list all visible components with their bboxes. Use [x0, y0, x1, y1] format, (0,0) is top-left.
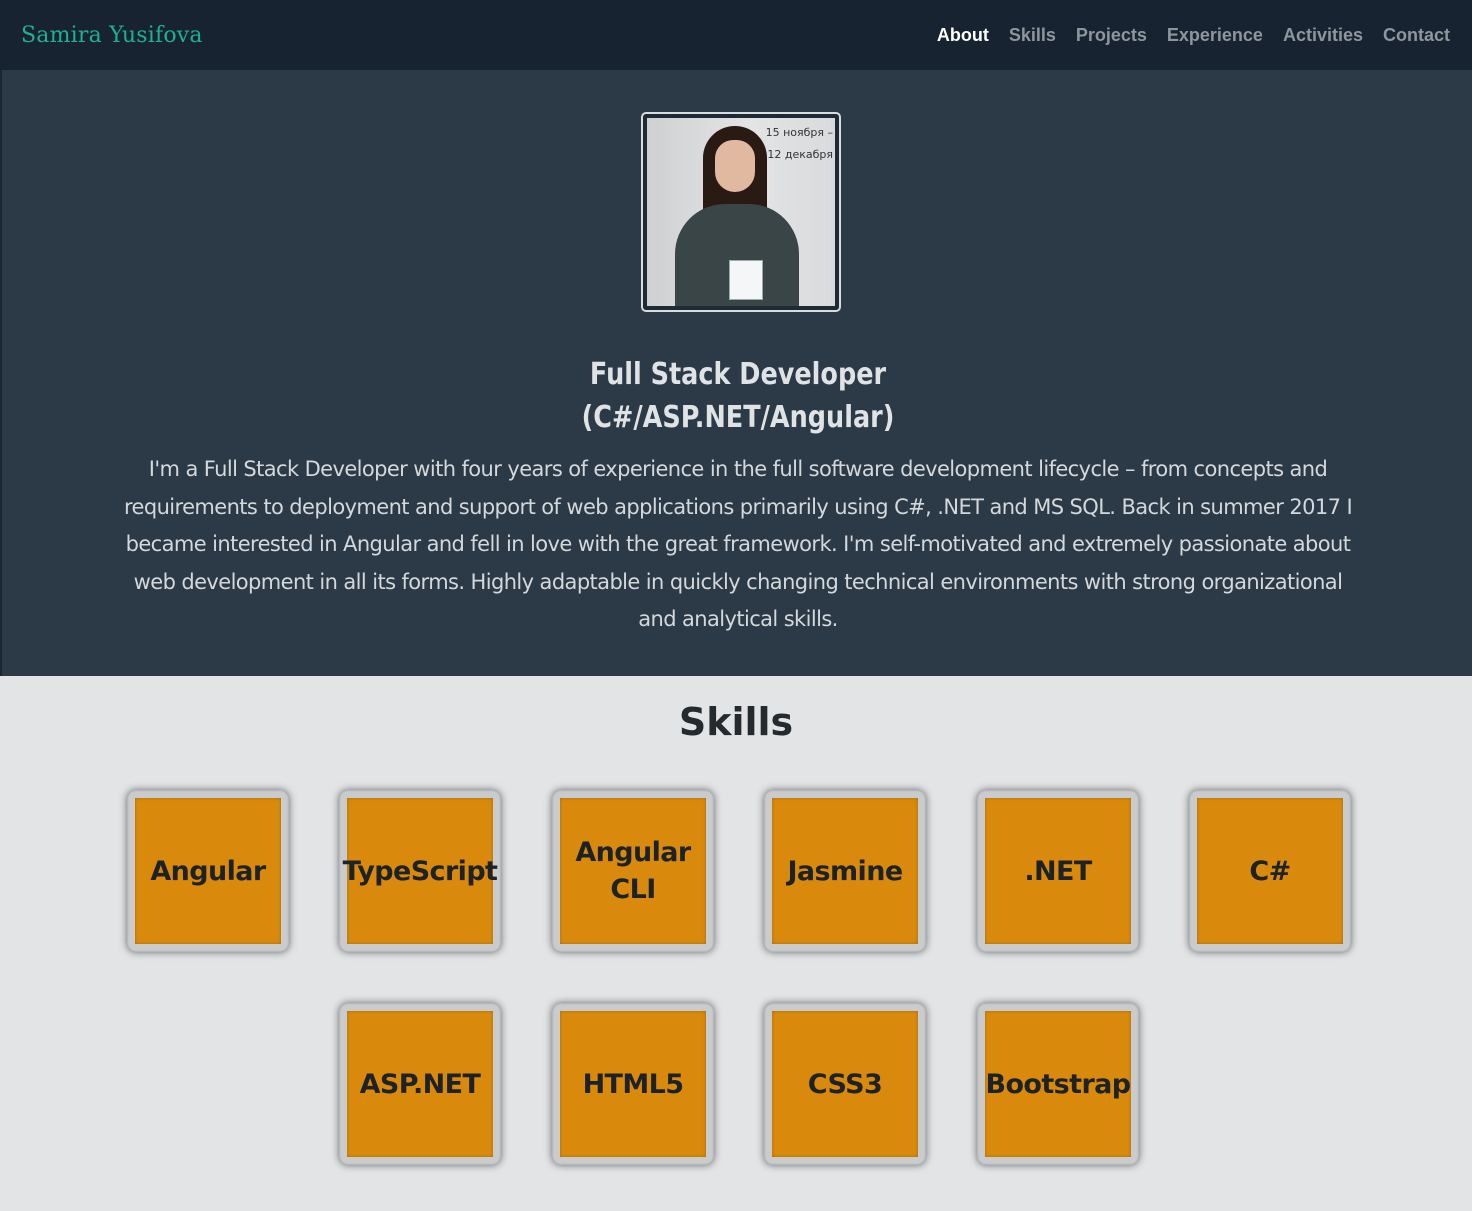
- skill-label: TypeScript: [343, 798, 498, 944]
- photo-face: [715, 140, 755, 192]
- skill-tile-dotnet: .NET: [977, 790, 1139, 952]
- photo-sign-line: 12 декабря: [767, 148, 833, 161]
- profile-photo: 15 ноября – 12 декабря: [647, 118, 835, 306]
- skill-label: Angular: [135, 798, 281, 944]
- top-navbar: Samira Yusifova About Skills Projects Ex…: [0, 0, 1472, 70]
- skill-label: ASP.NET: [347, 1011, 493, 1157]
- photo-sign-line: 15 ноября –: [765, 126, 833, 139]
- intro-paragraph: I'm a Full Stack Developer with four yea…: [123, 457, 1353, 631]
- skill-label: Angular CLI: [560, 798, 706, 944]
- skill-tile-html5: HTML5: [552, 1003, 714, 1165]
- nav-link-about[interactable]: About: [937, 25, 989, 46]
- skill-tile-angular: Angular: [127, 790, 289, 952]
- skills-heading: Skills: [678, 700, 794, 744]
- skill-label: Bootstrap: [985, 1011, 1131, 1157]
- nav-link-experience[interactable]: Experience: [1167, 25, 1263, 46]
- skill-tile-bootstrap: Bootstrap: [977, 1003, 1139, 1165]
- main-nav: About Skills Projects Experience Activit…: [937, 25, 1450, 46]
- nav-link-skills[interactable]: Skills: [1009, 25, 1056, 46]
- job-title-line2: (C#/ASP.NET/Angular): [581, 400, 895, 435]
- skill-label: CSS3: [772, 1011, 918, 1157]
- skill-label: .NET: [985, 798, 1131, 944]
- nav-link-contact[interactable]: Contact: [1383, 25, 1450, 46]
- skill-tile-typescript: TypeScript: [339, 790, 501, 952]
- skill-tile-jasmine: Jasmine: [764, 790, 926, 952]
- about-section: 15 ноября – 12 декабря Full Stack Develo…: [0, 70, 1472, 676]
- skill-label: Jasmine: [772, 798, 918, 944]
- photo-badge: [729, 260, 763, 300]
- job-title: Full Stack Developer (C#/ASP.NET/Angular…: [112, 353, 1363, 439]
- photo-sign: 15 ноября – 12 декабря: [763, 122, 833, 166]
- skill-tile-css3: CSS3: [764, 1003, 926, 1165]
- skill-tile-angular-cli: Angular CLI: [552, 790, 714, 952]
- nav-link-projects[interactable]: Projects: [1076, 25, 1147, 46]
- profile-photo-frame: 15 ноября – 12 декабря: [641, 112, 841, 312]
- skills-section: Skills Angular TypeScript Angular CLI Ja…: [0, 676, 1472, 1211]
- skill-tile-aspnet: ASP.NET: [339, 1003, 501, 1165]
- nav-link-activities[interactable]: Activities: [1283, 25, 1363, 46]
- skill-label: HTML5: [560, 1011, 706, 1157]
- skill-tile-csharp: C#: [1189, 790, 1351, 952]
- skill-label: C#: [1197, 798, 1343, 944]
- job-title-line1: Full Stack Developer: [589, 357, 887, 392]
- brand-link[interactable]: Samira Yusifova: [21, 23, 203, 48]
